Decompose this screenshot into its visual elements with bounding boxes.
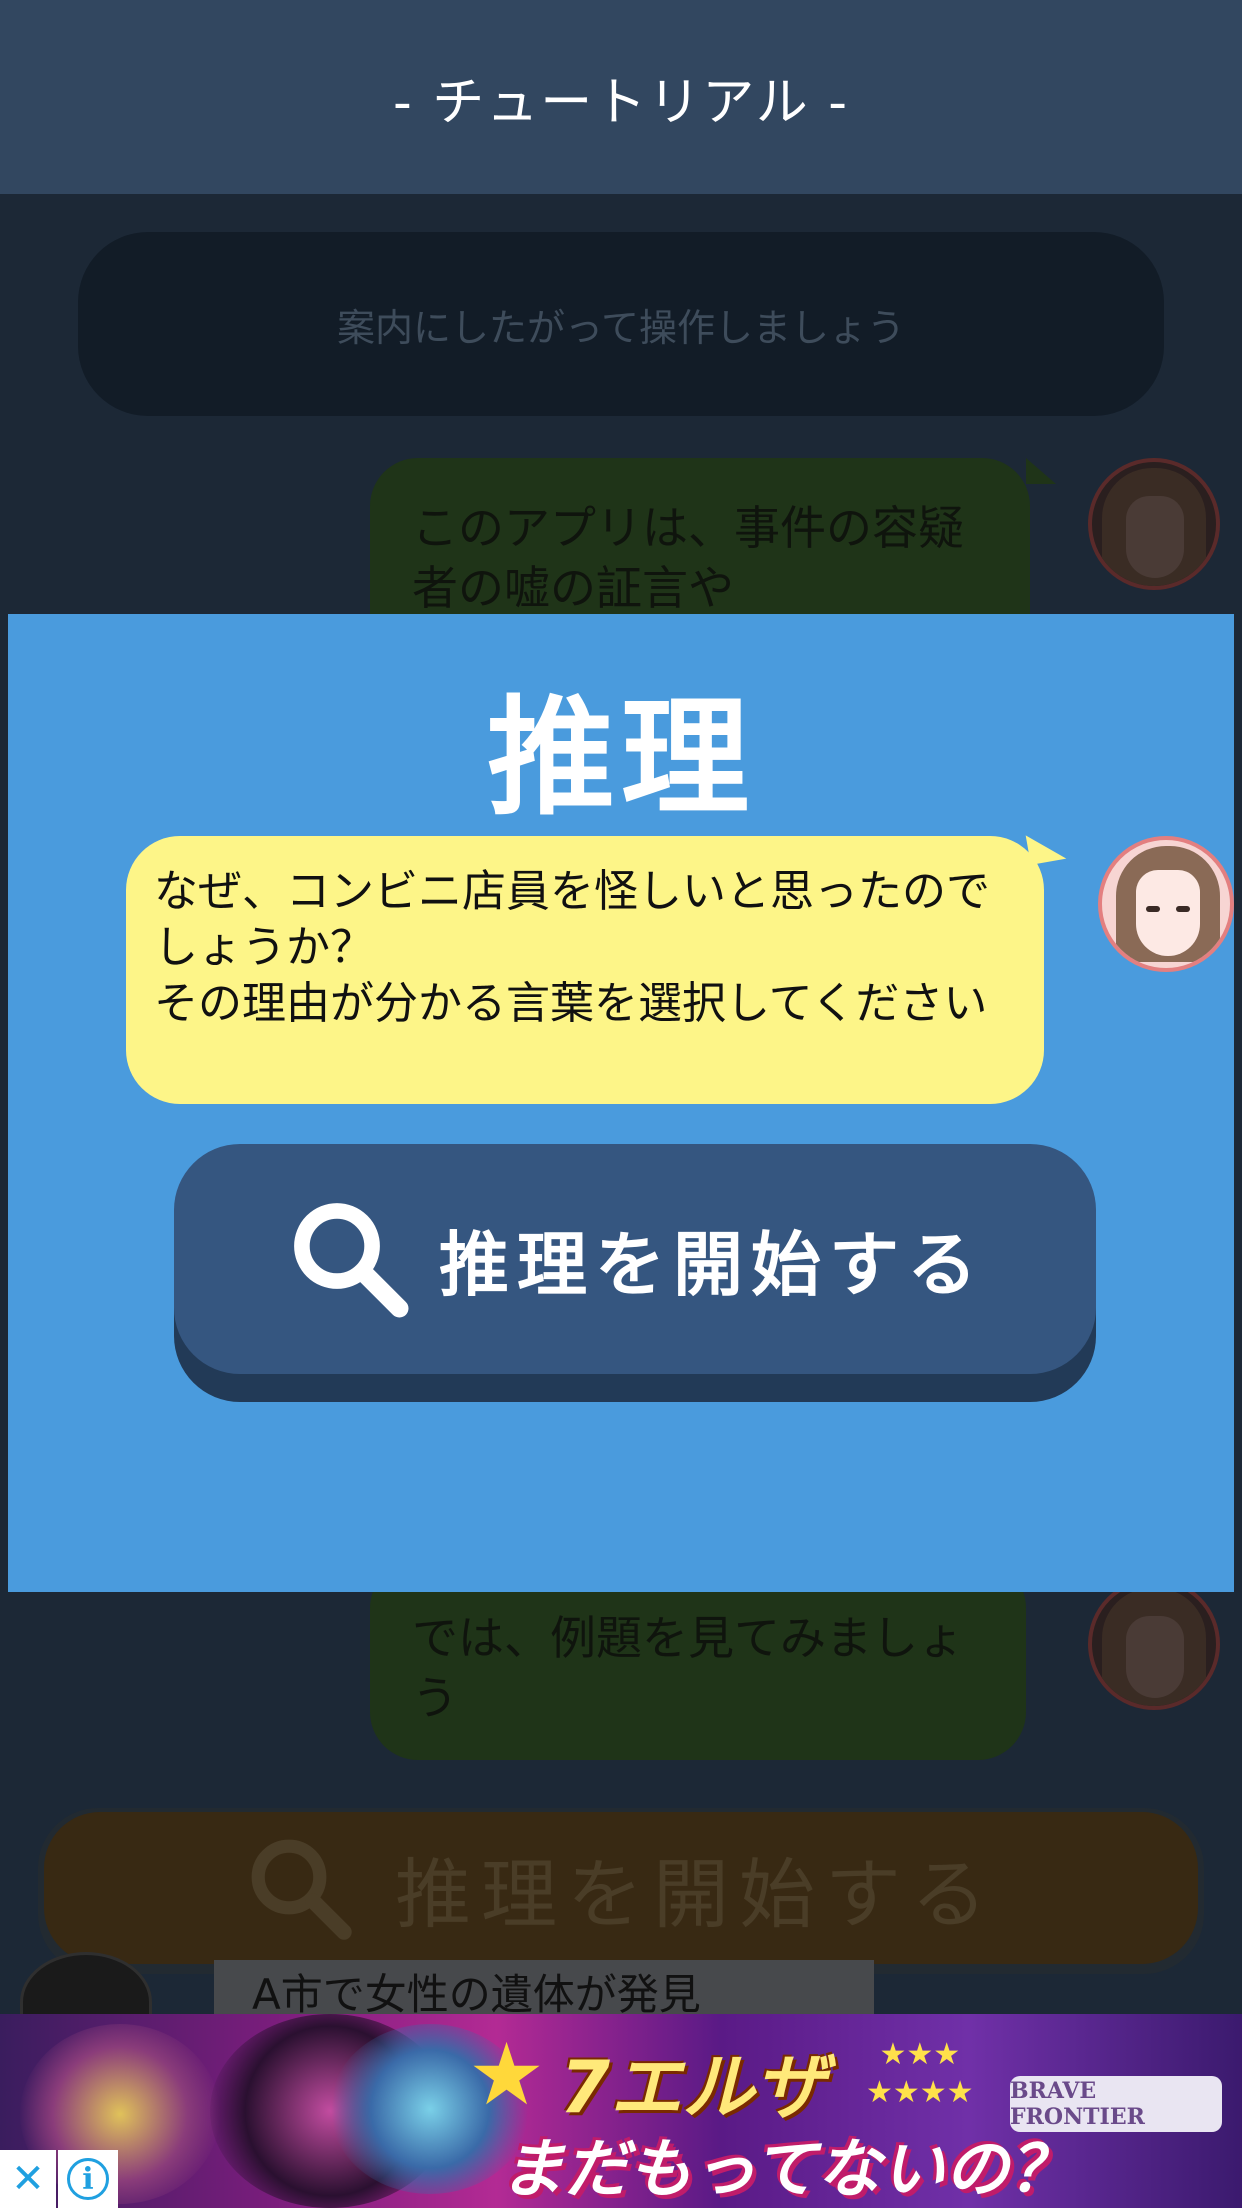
modal-title: 推理	[486, 684, 755, 833]
avatar-face	[1126, 1616, 1184, 1698]
avatar-guide	[1098, 836, 1234, 972]
prompt-bubble: なぜ、コンビニ店員を怪しいと思ったのでしょうか？ その理由が分かる言葉を選択して…	[126, 836, 1044, 1104]
background-button-label: 推理を開始する	[395, 1850, 997, 1939]
magnifier-icon	[294, 1203, 409, 1318]
start-button-label: 推理を開始する	[439, 1223, 985, 1306]
avatar-eye	[1146, 906, 1160, 912]
ad-rating-row-2: ★★★★	[866, 2075, 974, 2110]
prompt-line-1: なぜ、コンビニ店員を怪しいと思ったのでしょうか？	[154, 866, 990, 973]
deduction-modal: 推理 なぜ、コンビニ店員を怪しいと思ったのでしょうか？ その理由が分かる言葉を選…	[8, 614, 1234, 1592]
system-message-text: 案内にしたがって操作しましょう	[336, 305, 906, 350]
ad-rating-row-1: ★★★	[879, 2037, 961, 2072]
info-icon[interactable]: i	[58, 2150, 118, 2208]
ad-logo: BRAVE FRONTIER	[1010, 2076, 1222, 2132]
bubble-tail	[1026, 458, 1056, 484]
page-title: - チュートリアル -	[392, 72, 850, 133]
avatar-face	[1136, 870, 1200, 956]
avatar-woman-2	[1088, 1578, 1220, 1710]
ad-star-icon: ★	[468, 2025, 546, 2125]
avatar-eye	[1176, 906, 1190, 912]
ad-banner[interactable]: ★ 7エルザ ★★★ ★★★★ まだもってないの？ BRAVE FRONTIER	[0, 2014, 1242, 2208]
ad-subline: まだもってないの？	[500, 2133, 1073, 2207]
prompt-line-2: その理由が分かる言葉を選択してください	[154, 978, 988, 1029]
app-header: - チュートリアル -	[0, 0, 1242, 194]
news-preview: A市で女性の遺体が発見	[214, 1960, 874, 2014]
start-deduction-button[interactable]: 推理を開始する	[174, 1144, 1096, 1374]
background-start-button: 推理を開始する	[44, 1812, 1198, 1964]
avatar-face	[1126, 496, 1184, 578]
close-icon[interactable]: ✕	[0, 2150, 56, 2208]
ad-rating-stars: ★★★ ★★★★	[866, 2036, 974, 2112]
avatar-woman	[1088, 458, 1220, 590]
system-message: 案内にしたがって操作しましょう	[78, 232, 1164, 416]
magnifier-icon	[251, 1839, 352, 1940]
